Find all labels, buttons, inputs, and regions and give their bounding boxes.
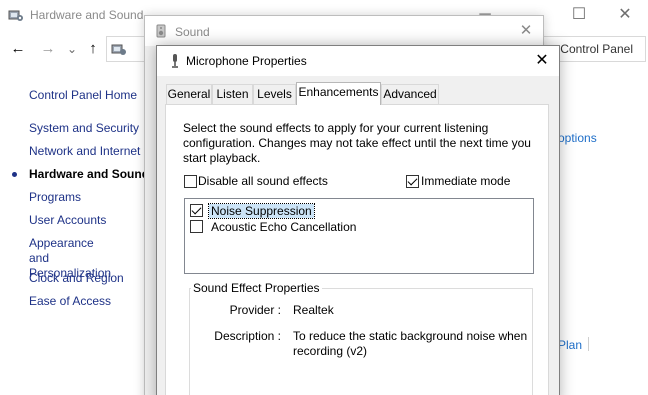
back-arrow-icon[interactable]: ← xyxy=(8,38,28,60)
control-panel-title: Hardware and Sound xyxy=(30,8,144,22)
up-arrow-icon[interactable]: ↑ xyxy=(83,38,103,60)
forward-arrow-icon[interactable]: → xyxy=(38,38,58,60)
tab-levels[interactable]: Levels xyxy=(253,84,296,104)
description-label: Description : xyxy=(214,329,281,343)
immediate-mode-checkbox[interactable] xyxy=(406,175,419,188)
tab-enhancements[interactable]: Enhancements xyxy=(296,82,381,105)
disable-all-effects-label[interactable]: Disable all sound effects xyxy=(198,174,328,188)
control-panel-icon xyxy=(8,7,24,23)
dialog-title: Microphone Properties xyxy=(186,54,307,68)
sidebar-item-system-and-security[interactable]: System and Security xyxy=(29,121,139,135)
options-link[interactable]: options xyxy=(558,131,597,145)
dialog-titlebar: Microphone Properties ✕ xyxy=(157,46,559,76)
active-item-bullet xyxy=(12,172,17,177)
noise-suppression-checkbox[interactable] xyxy=(190,204,203,217)
close-button[interactable]: ✕ xyxy=(602,0,648,30)
sound-effects-list: Noise Suppression Acoustic Echo Cancella… xyxy=(184,198,534,274)
sound-effect-properties-title: Sound Effect Properties xyxy=(191,281,322,295)
tab-general[interactable]: General xyxy=(166,84,212,104)
sidebar-item-user-accounts[interactable]: User Accounts xyxy=(29,213,106,227)
acoustic-echo-cancellation-checkbox[interactable] xyxy=(190,220,203,233)
plan-link[interactable]: Plan xyxy=(558,338,582,352)
control-panel-icon xyxy=(111,41,127,57)
maximize-button[interactable]: ☐ xyxy=(556,0,602,30)
sidebar-item-hardware-and-sound[interactable]: Hardware and Sound xyxy=(29,167,149,181)
sound-titlebar: Sound ✕ xyxy=(145,16,543,46)
tab-advanced[interactable]: Advanced xyxy=(381,84,439,104)
speaker-icon xyxy=(154,24,168,38)
description-value: To reduce the static background noise wh… xyxy=(293,329,528,358)
sidebar-item-network-and-internet[interactable]: Network and Internet xyxy=(29,144,140,158)
acoustic-echo-cancellation-label[interactable]: Acoustic Echo Cancellation xyxy=(209,220,358,234)
sound-window-title: Sound xyxy=(175,25,210,39)
sidebar-item-ease-of-access[interactable]: Ease of Access xyxy=(29,294,111,308)
sidebar-item-programs[interactable]: Programs xyxy=(29,190,81,204)
sound-close-button[interactable]: ✕ xyxy=(517,22,535,40)
divider xyxy=(588,337,589,351)
microphone-icon xyxy=(169,53,181,69)
sidebar-item-clock-and-region[interactable]: Clock and Region xyxy=(29,271,124,285)
recent-locations-icon[interactable]: ⌄ xyxy=(62,38,82,60)
provider-label: Provider : xyxy=(229,303,281,317)
address-path-tail: Control Panel xyxy=(560,42,633,56)
sidebar-item-control-panel-home[interactable]: Control Panel Home xyxy=(29,88,137,102)
dialog-close-button[interactable]: ✕ xyxy=(531,50,553,72)
tab-listen[interactable]: Listen xyxy=(212,84,253,104)
provider-value: Realtek xyxy=(293,303,334,317)
instructions-text: Select the sound effects to apply for yo… xyxy=(183,121,531,165)
disable-all-effects-checkbox[interactable] xyxy=(184,175,197,188)
noise-suppression-label[interactable]: Noise Suppression xyxy=(208,203,315,219)
immediate-mode-label[interactable]: Immediate mode xyxy=(421,174,510,188)
